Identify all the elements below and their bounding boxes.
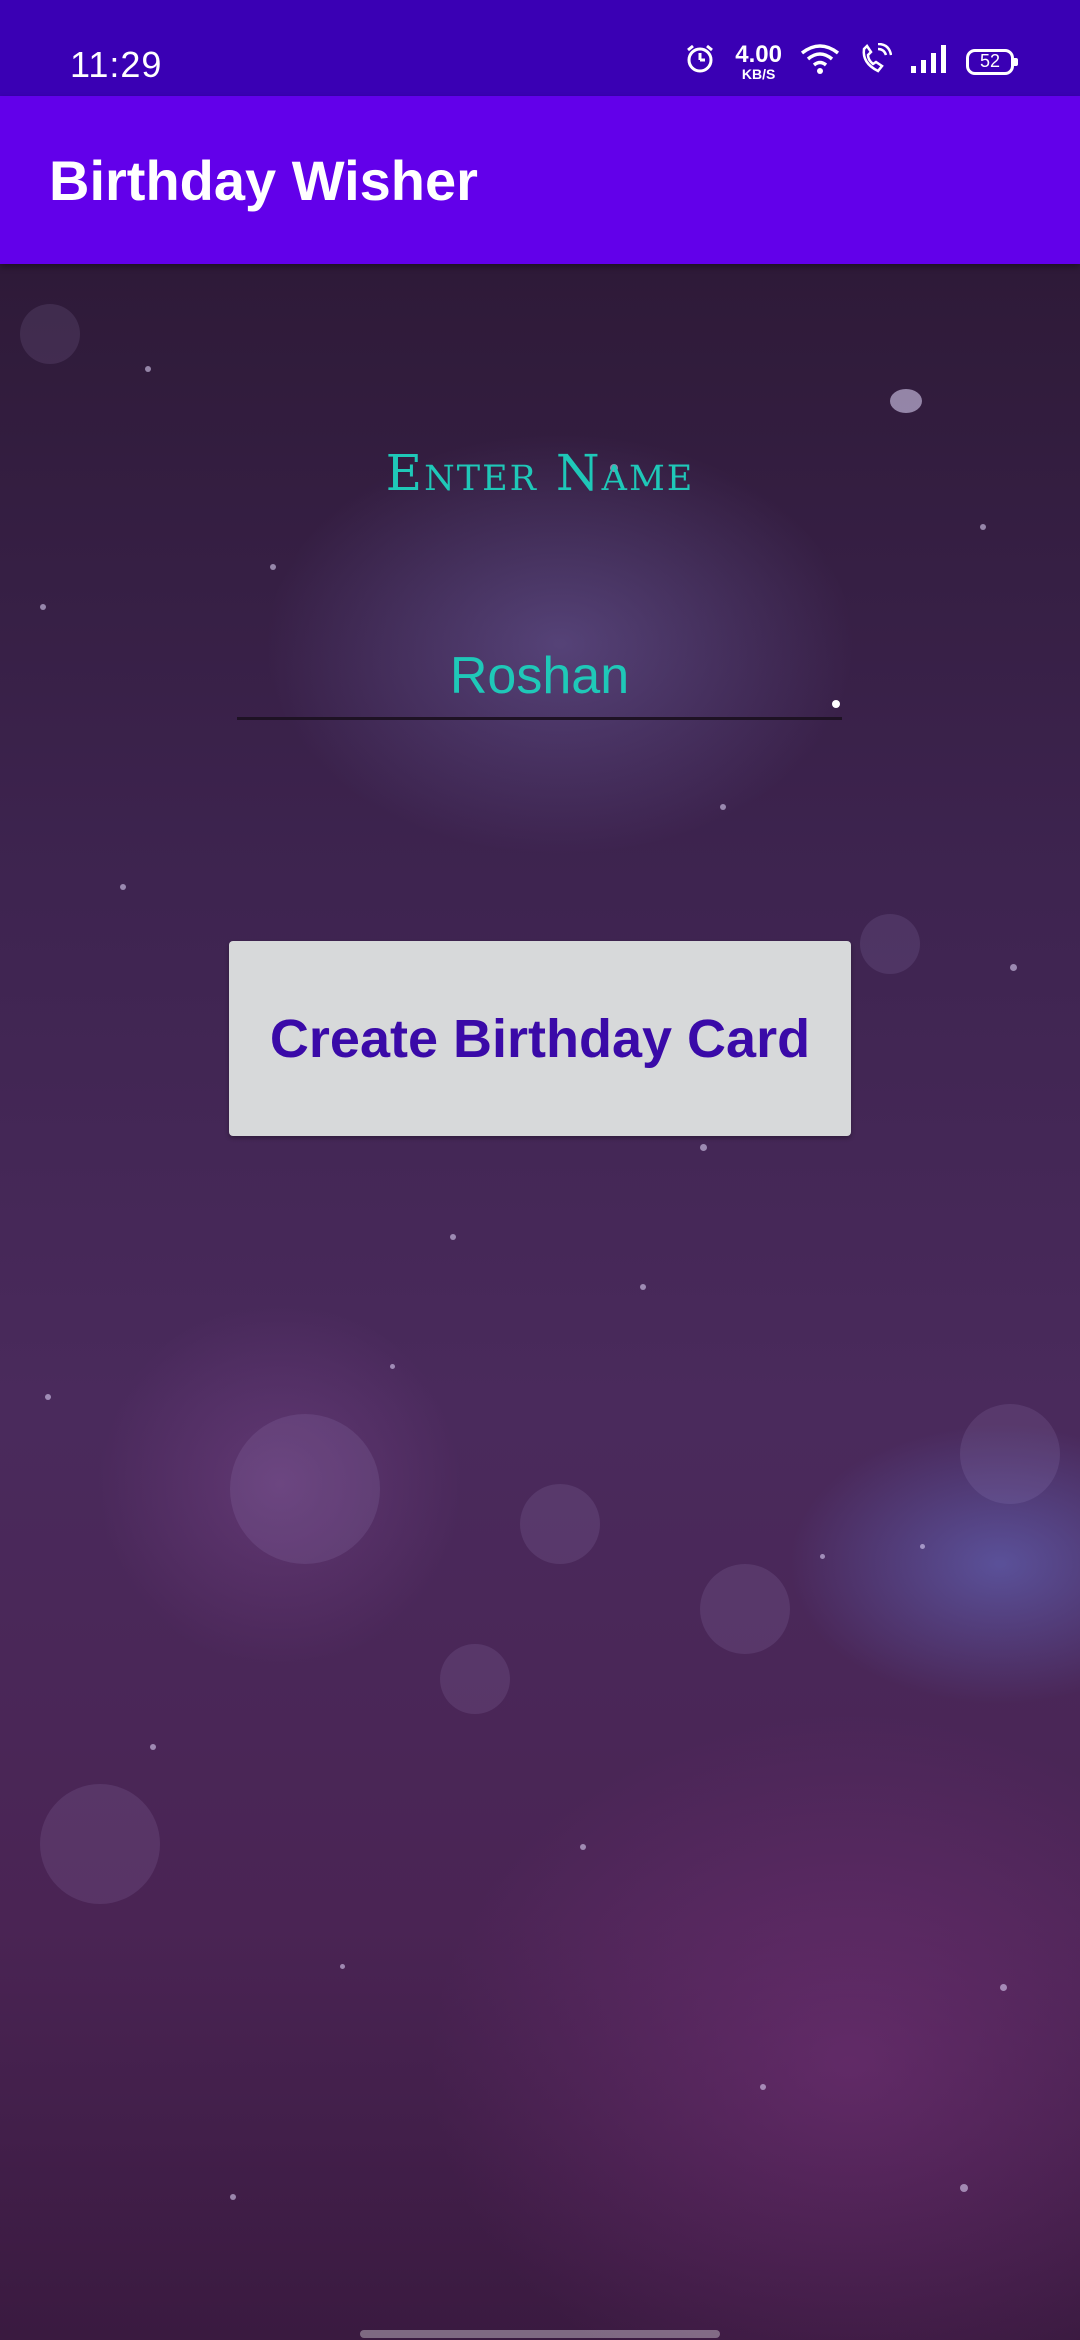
battery-icon: 52 bbox=[966, 48, 1018, 75]
gesture-nav-handle[interactable] bbox=[360, 2330, 720, 2338]
network-speed: 4.00 KB/S bbox=[735, 40, 782, 82]
wifi-icon bbox=[800, 43, 840, 80]
app-bar: Birthday Wisher bbox=[0, 96, 1080, 264]
text-cursor-handle[interactable] bbox=[832, 700, 840, 708]
app-title: Birthday Wisher bbox=[49, 149, 478, 212]
alarm-icon bbox=[683, 42, 717, 81]
enter-name-label: Enter Name bbox=[385, 444, 695, 502]
status-icons: 4.00 KB/S 52 bbox=[683, 40, 1018, 82]
wifi-calling-icon bbox=[858, 42, 893, 80]
create-birthday-card-button[interactable]: Create Birthday Card bbox=[229, 941, 851, 1136]
cell-signal-icon bbox=[910, 44, 948, 79]
status-time: 11:29 bbox=[70, 44, 163, 85]
status-bar: 11:29 4.00 KB/S 52 bbox=[0, 0, 1080, 96]
name-input[interactable] bbox=[237, 634, 842, 720]
content-area: Enter Name Create Birthday Card bbox=[0, 264, 1080, 2340]
